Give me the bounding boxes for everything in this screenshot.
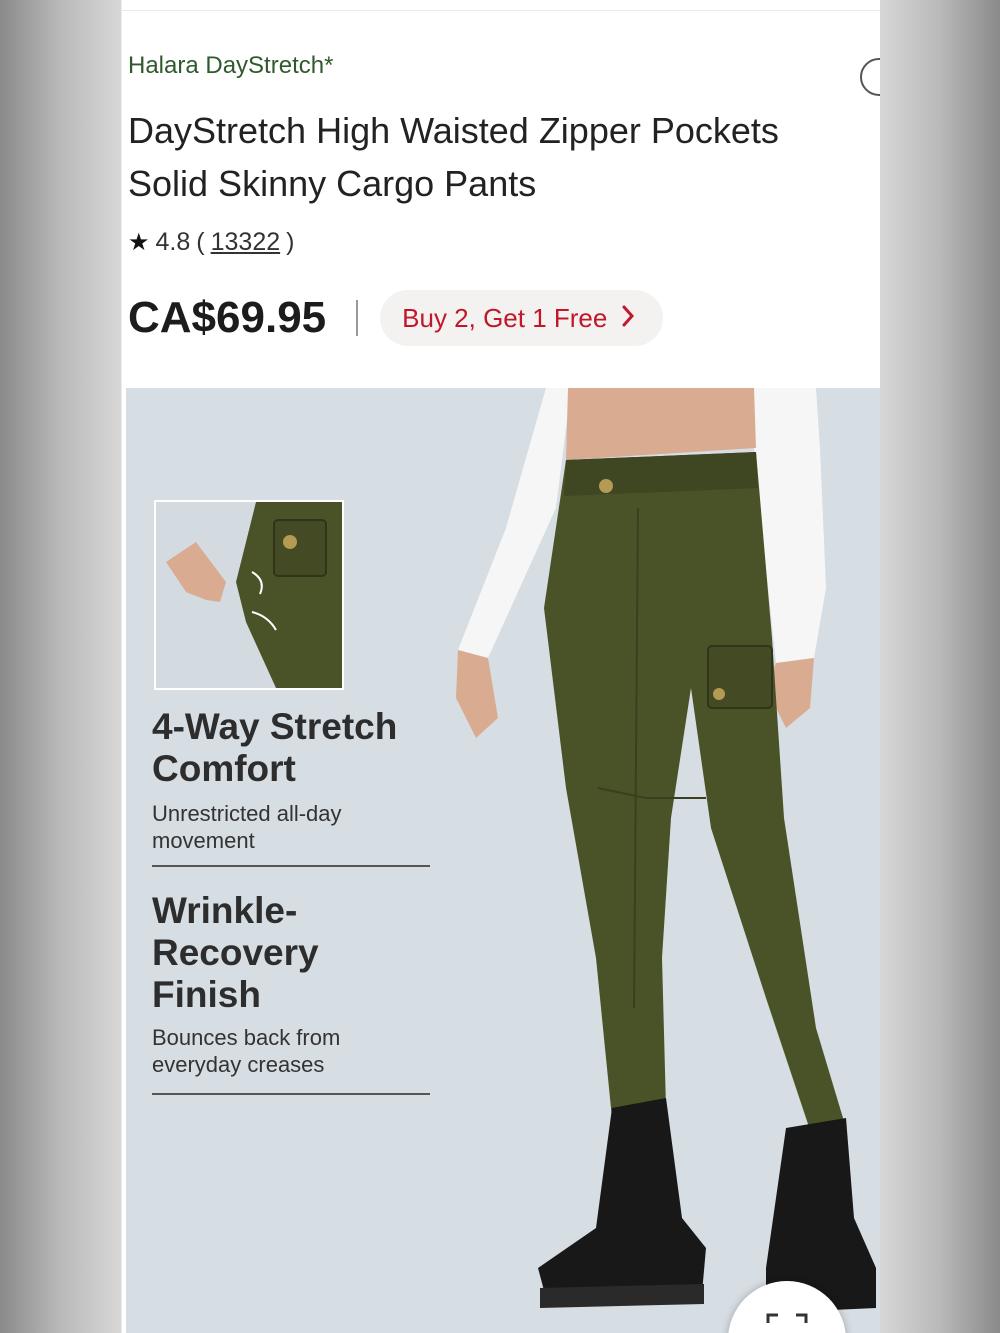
price-separator — [356, 300, 359, 336]
rating-value: 4.8 — [155, 228, 191, 256]
feature-subtitle-wrinkle: Bounces back from everyday creases — [152, 1025, 341, 1077]
promo-label: Buy 2, Get 1 Free — [402, 302, 608, 333]
product-title: DayStretch High Waisted Zipper Pockets S… — [128, 110, 779, 204]
brand-name[interactable]: Halara DayStretch* — [128, 52, 333, 80]
stretch-detail-image — [154, 500, 344, 690]
feature-title-wrinkle: Wrinkle-Recovery Finish — [152, 890, 319, 1015]
product-panel: Halara DayStretch* DayStretch High Waist… — [122, 0, 880, 1333]
feature-subtitle-stretch: Unrestricted all-day movement — [152, 801, 342, 853]
scan-icon — [766, 1313, 808, 1323]
price-row: CA$69.95 Buy 2, Get 1 Free — [128, 290, 664, 346]
product-image[interactable]: 4-Way Stretch Comfort Unrestricted all-d… — [126, 388, 880, 1333]
feature-title-stretch: 4-Way Stretch Comfort — [152, 706, 398, 789]
detail-illustration — [166, 502, 342, 688]
circle-arrow-icon[interactable] — [860, 58, 880, 96]
scan-button[interactable] — [728, 1281, 846, 1333]
chevron-right-icon — [621, 303, 635, 334]
price: CA$69.95 — [128, 293, 327, 342]
rating-row[interactable]: ★ 4.8 ( 13322 ) — [128, 228, 294, 257]
feature-divider-2 — [152, 1093, 430, 1095]
top-divider — [122, 10, 880, 11]
feature-divider-1 — [152, 865, 430, 867]
promo-button[interactable]: Buy 2, Get 1 Free — [380, 290, 664, 346]
paren-close: ) — [286, 228, 295, 256]
review-count-link[interactable]: 13322 — [211, 228, 281, 257]
star-icon: ★ — [128, 229, 150, 256]
paren-open: ( — [196, 228, 205, 256]
